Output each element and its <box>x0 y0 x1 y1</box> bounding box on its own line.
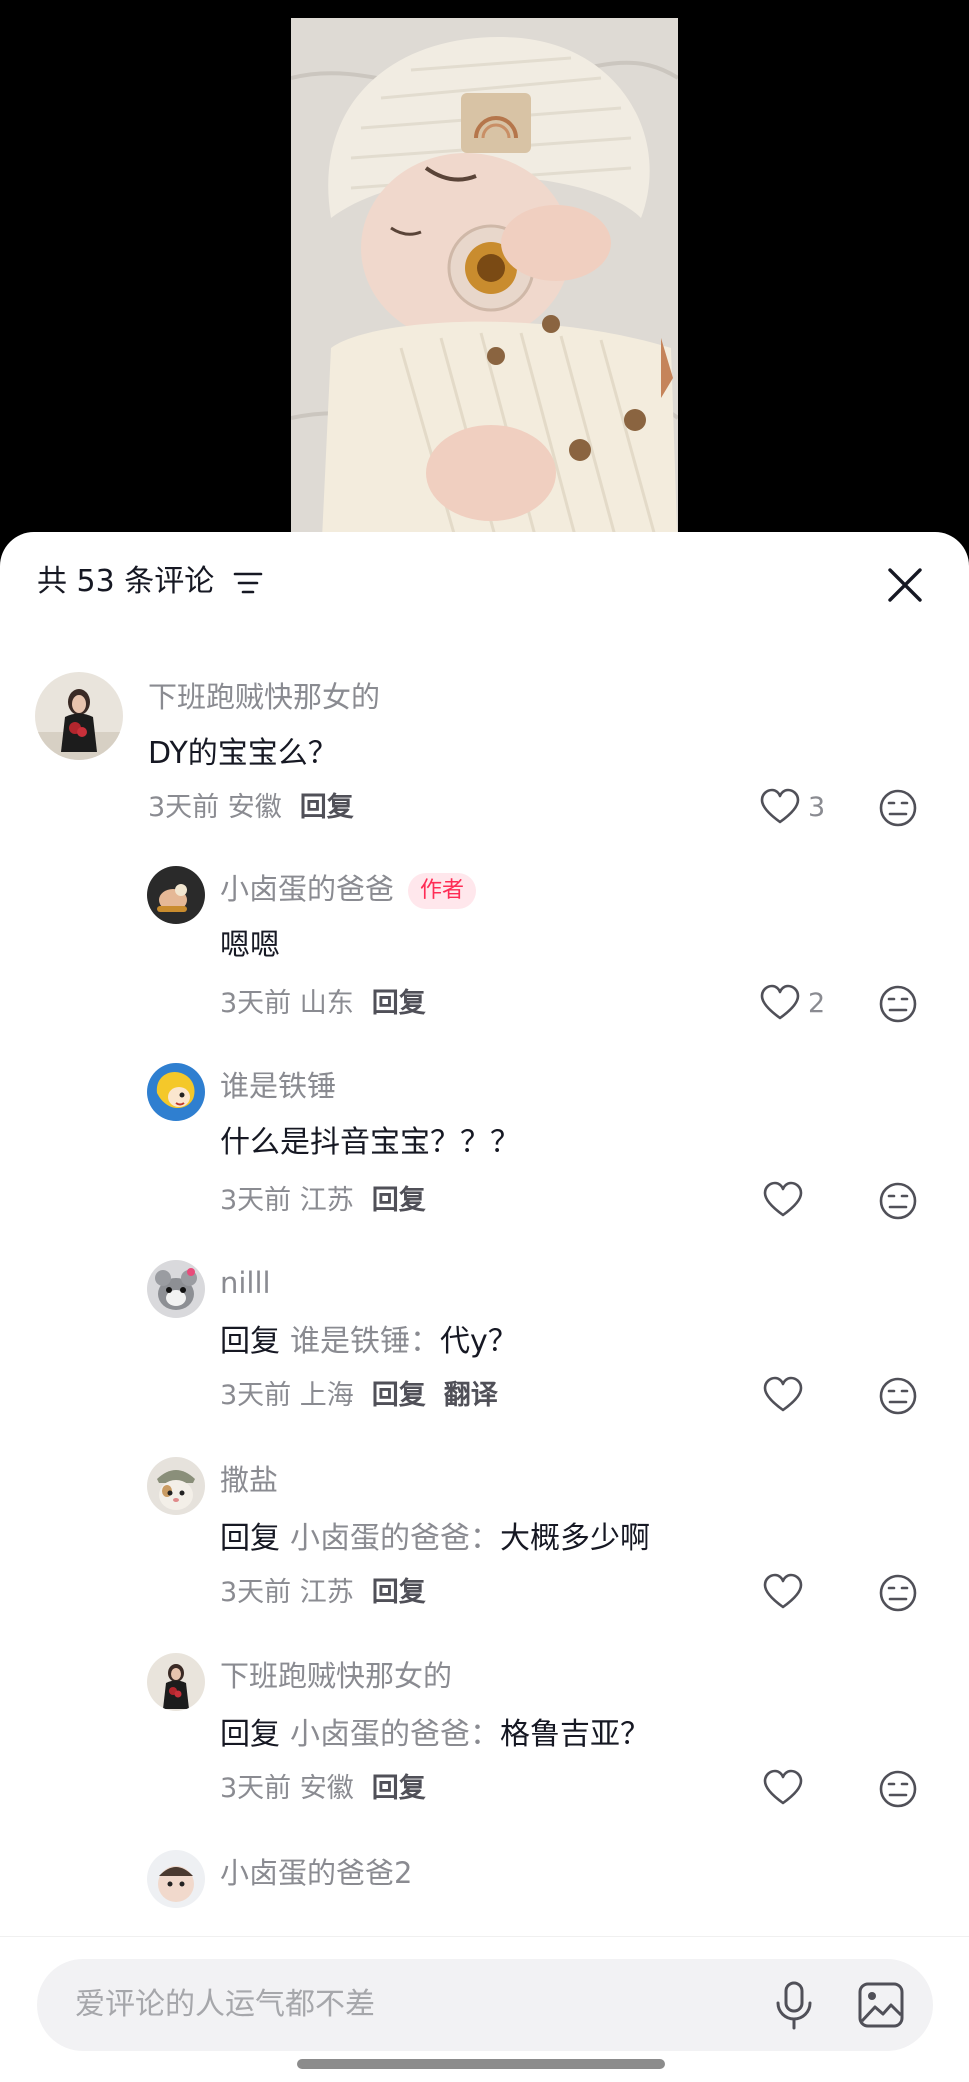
heart-icon <box>763 1181 803 1217</box>
comments-panel: 共 53 条评论 下班跑贼快那女的 DY的宝宝么？ 3天前 安徽 回复 3 小卤… <box>0 532 969 2082</box>
reply-button[interactable]: 回复 <box>372 1185 426 1216</box>
comment-text: 什么是抖音宝宝？？？ <box>220 1125 520 1160</box>
comments-header: 共 53 条评论 <box>0 532 969 636</box>
like-count: 2 <box>808 988 826 1019</box>
comment-text: 嗯嗯 <box>220 928 280 963</box>
dislike-face-icon[interactable] <box>878 984 918 1024</box>
reply-body: 大概多少啊 <box>500 1521 650 1556</box>
video-player[interactable] <box>0 0 969 560</box>
avatar[interactable] <box>147 1457 205 1515</box>
comment-time-location: 3天前 安徽 <box>220 1773 354 1804</box>
comment-username-text[interactable]: 小卤蛋的爸爸 <box>220 872 394 906</box>
avatar[interactable] <box>147 1653 205 1711</box>
dislike-face-icon[interactable] <box>878 1769 918 1809</box>
reply-body: 代y？ <box>440 1324 518 1359</box>
reply-prefix: 回复 <box>220 1521 280 1556</box>
reply-button[interactable]: 回复 <box>372 988 426 1019</box>
filter-icon[interactable] <box>233 570 263 596</box>
comment-text: 回复 谁是铁锤：代y？ <box>220 1322 518 1362</box>
comment-username[interactable]: 谁是铁锤 <box>220 1067 336 1105</box>
reply-prefix: 回复 <box>220 1717 280 1752</box>
comment-time-location: 3天前 安徽 <box>148 792 282 823</box>
comment-text: DY的宝宝么？ <box>148 736 338 771</box>
comment-username[interactable]: 下班跑贼快那女的 <box>220 1657 452 1695</box>
reply-button[interactable]: 回复 <box>372 1773 426 1804</box>
comment-time-location: 3天前 江苏 <box>220 1577 354 1608</box>
translate-button[interactable]: 翻译 <box>444 1380 498 1411</box>
reply-button[interactable]: 回复 <box>300 792 354 823</box>
avatar[interactable] <box>35 672 123 760</box>
dislike-face-icon[interactable] <box>878 1181 918 1221</box>
comment-username[interactable]: nilll <box>220 1264 271 1302</box>
heart-icon <box>763 1376 803 1412</box>
comment-count: 共 53 条评论 <box>37 564 215 599</box>
comment-username[interactable]: 小卤蛋的爸爸 作者 <box>220 870 477 909</box>
like-button[interactable]: 3 <box>760 788 850 828</box>
comment-username[interactable]: 撒盐 <box>220 1461 278 1499</box>
reply-to-user[interactable]: 小卤蛋的爸爸： <box>290 1717 500 1752</box>
dislike-face-icon[interactable] <box>878 788 918 828</box>
comment-time-location: 3天前 上海 <box>220 1380 354 1411</box>
reply-button[interactable]: 回复 <box>372 1577 426 1608</box>
like-button[interactable] <box>763 1181 803 1221</box>
reply-to-user[interactable]: 谁是铁锤： <box>290 1324 440 1359</box>
avatar[interactable] <box>147 866 205 924</box>
comment-username[interactable]: 小卤蛋的爸爸2 <box>220 1854 412 1892</box>
dislike-face-icon[interactable] <box>878 1573 918 1613</box>
heart-icon <box>763 1573 803 1609</box>
comment-username[interactable]: 下班跑贼快那女的 <box>148 678 380 716</box>
home-indicator <box>297 2059 665 2069</box>
comment-meta: 3天前 江苏 回复 <box>220 1575 426 1611</box>
author-badge: 作者 <box>408 873 477 909</box>
image-icon[interactable] <box>857 1981 905 2029</box>
comment-meta: 3天前 山东 回复 <box>220 986 426 1022</box>
comment-list[interactable]: 下班跑贼快那女的 DY的宝宝么？ 3天前 安徽 回复 3 小卤蛋的爸爸 作者 嗯… <box>0 636 969 1936</box>
comment-meta: 3天前 安徽 回复 <box>148 790 354 826</box>
avatar[interactable] <box>147 1850 205 1908</box>
like-button[interactable]: 2 <box>760 984 850 1024</box>
like-button[interactable] <box>763 1573 803 1613</box>
video-frame <box>291 18 678 560</box>
comment-time-location: 3天前 江苏 <box>220 1185 354 1216</box>
comment-text: 回复 小卤蛋的爸爸：格鲁吉亚？ <box>220 1715 650 1755</box>
reply-button[interactable]: 回复 <box>372 1380 426 1411</box>
comment-input[interactable]: 爱评论的人运气都不差 <box>37 1959 933 2051</box>
comment-time-location: 3天前 山东 <box>220 988 354 1019</box>
reply-body: 格鲁吉亚？ <box>500 1717 650 1752</box>
like-button[interactable] <box>763 1769 803 1809</box>
comment-meta: 3天前 上海 回复 翻译 <box>220 1378 498 1414</box>
comment-meta: 3天前 江苏 回复 <box>220 1183 426 1219</box>
like-button[interactable] <box>763 1376 803 1416</box>
avatar[interactable] <box>147 1063 205 1121</box>
reply-to-user[interactable]: 小卤蛋的爸爸： <box>290 1521 500 1556</box>
dislike-face-icon[interactable] <box>878 1376 918 1416</box>
close-icon[interactable] <box>884 564 926 606</box>
video-frame-image <box>291 18 678 560</box>
comment-text: 回复 小卤蛋的爸爸：大概多少啊 <box>220 1519 650 1559</box>
microphone-icon[interactable] <box>773 1981 815 2031</box>
comment-input-placeholder: 爱评论的人运气都不差 <box>75 1987 375 2022</box>
heart-icon <box>760 788 800 824</box>
heart-icon <box>760 984 800 1020</box>
avatar[interactable] <box>147 1260 205 1318</box>
reply-prefix: 回复 <box>220 1324 280 1359</box>
heart-icon <box>763 1769 803 1805</box>
comment-meta: 3天前 安徽 回复 <box>220 1771 426 1807</box>
like-count: 3 <box>808 792 826 823</box>
